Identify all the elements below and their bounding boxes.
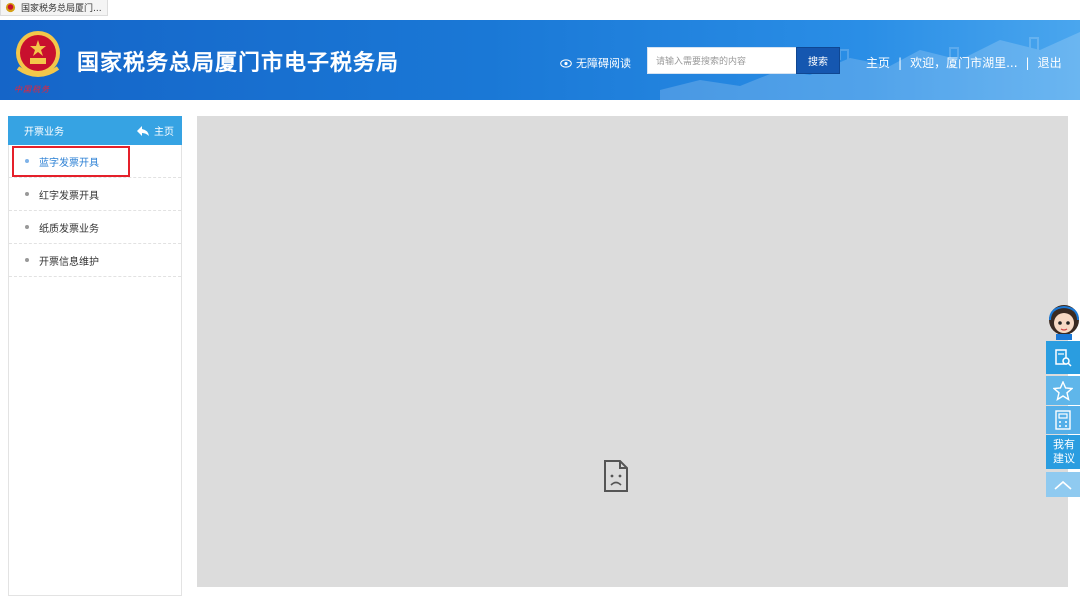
float-back-to-top-button[interactable]: [1046, 472, 1080, 497]
float-favorite-button[interactable]: [1046, 376, 1080, 405]
float-search-doc-button[interactable]: [1046, 341, 1080, 374]
sidebar-item-red-invoice[interactable]: 红字发票开具: [9, 178, 181, 211]
browser-tab[interactable]: 国家税务总局厦门...: [0, 0, 108, 16]
bullet-dot-icon: [25, 192, 29, 196]
top-nav: 主页 | 欢迎，厦门市湖里... | 退出: [866, 54, 1062, 71]
site-title: 国家税务总局厦门市电子税务局: [77, 50, 400, 75]
accessibility-label: 无障碍阅读: [576, 57, 631, 70]
sidebar-home-label: 主页: [154, 127, 174, 138]
nav-separator: |: [898, 55, 903, 70]
float-calculator-button[interactable]: [1046, 406, 1080, 434]
sidebar-item-invoice-info[interactable]: 开票信息维护: [9, 244, 181, 277]
float-suggestion-button[interactable]: 我有 建议: [1046, 435, 1080, 469]
nav-separator: |: [1025, 55, 1030, 70]
main-content-frame: [197, 116, 1068, 587]
chevron-up-icon: [1054, 480, 1072, 490]
bullet-dot-icon: [25, 225, 29, 229]
sidebar-item-label: 纸质发票业务: [39, 223, 99, 235]
broken-page-icon: [604, 460, 628, 492]
sidebar-item-label: 红字发票开具: [39, 190, 99, 202]
eye-icon: [560, 58, 572, 68]
red-highlight-box: [12, 146, 130, 177]
star-icon: [1053, 380, 1073, 401]
sidebar-home-button[interactable]: 主页: [137, 116, 174, 145]
suggestion-label-line2: 建议: [1053, 452, 1075, 465]
search-input[interactable]: 请输入需要搜索的内容: [647, 47, 797, 74]
service-avatar-icon[interactable]: [1044, 302, 1080, 340]
header-motto: 中国税务: [14, 85, 50, 94]
search-doc-icon: [1055, 348, 1072, 367]
tax-emblem-favicon-icon: [5, 2, 16, 13]
sidebar-item-label: 开票信息维护: [39, 256, 99, 268]
nav-welcome-user[interactable]: 欢迎，厦门市湖里...: [910, 54, 1017, 71]
sidebar-title: 开票业务: [24, 127, 64, 138]
tax-emblem-logo: [16, 31, 60, 77]
nav-logout-link[interactable]: 退出: [1038, 54, 1062, 71]
nav-home-link[interactable]: 主页: [866, 54, 890, 71]
browser-tab-title: 国家税务总局厦门...: [21, 4, 102, 14]
back-arrow-icon: [137, 125, 149, 136]
site-header: 中国税务 国家税务总局厦门市电子税务局 无障碍阅读 请输入需要搜索的内容 搜索 …: [0, 20, 1080, 100]
calculator-icon: [1055, 410, 1071, 430]
search-button[interactable]: 搜索: [796, 47, 840, 74]
sidebar-item-paper-invoice[interactable]: 纸质发票业务: [9, 211, 181, 244]
browser-tab-bar: 国家税务总局厦门...: [0, 0, 1080, 20]
sidebar-header: 开票业务 主页: [8, 116, 182, 145]
suggestion-label-line1: 我有: [1053, 438, 1075, 451]
accessibility-reading-link[interactable]: 无障碍阅读: [560, 55, 631, 71]
bullet-dot-icon: [25, 258, 29, 262]
